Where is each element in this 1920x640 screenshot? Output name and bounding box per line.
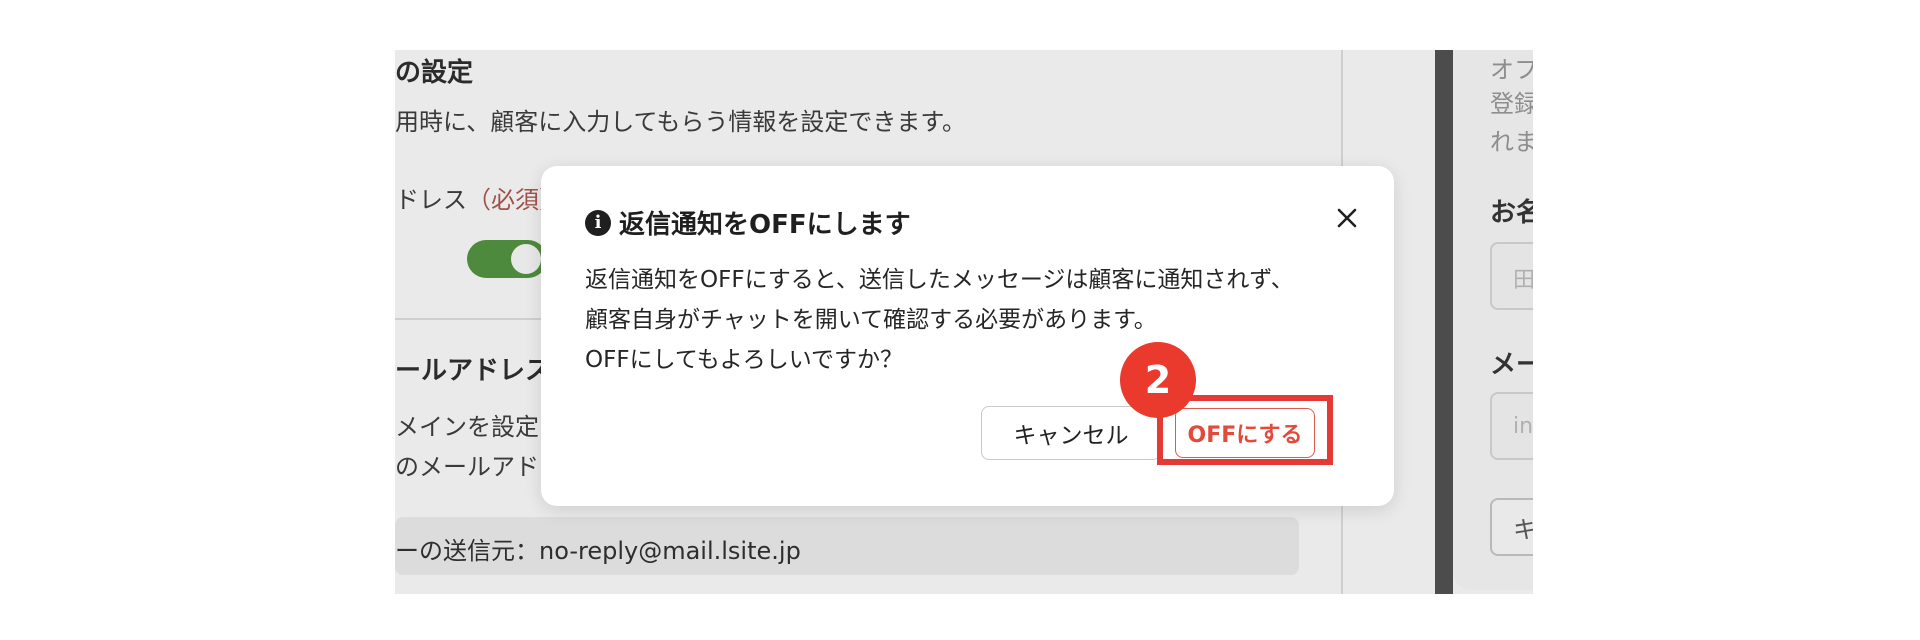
background-field-label: ドレス（必須） [395,180,563,215]
turn-off-button[interactable]: OFFにする [1175,408,1315,458]
field-label-text: ドレス [395,186,467,214]
cancel-button[interactable]: キャンセル [981,406,1161,460]
right-panel-text-1: オフ [1490,56,1533,84]
right-panel-text-2: 登録 [1490,90,1533,118]
mail-input-placeholder: in [1513,414,1533,439]
dialog-message-line: OFFにしてもよろしいですか？ [585,347,904,373]
close-icon[interactable] [1331,202,1363,234]
name-input-placeholder: 田 [1513,268,1533,293]
background-section2-title: ールアドレス [395,356,552,386]
overlay-edge [1435,50,1453,594]
confirm-dialog: i 返信通知をOFFにします 返信通知をOFFにすると、送信したメッセージは顧客… [541,166,1394,506]
dialog-title: i 返信通知をOFFにします [585,204,911,241]
dialog-title-text: 返信通知をOFFにします [619,210,911,240]
right-panel-mail-label: メー [1490,350,1533,380]
dialog-message: 返信通知をOFFにすると、送信したメッセージは顧客に通知されず、 顧客自身がチャ… [585,260,1365,380]
right-panel-name-label: お名 [1490,198,1533,228]
step-number-badge: 2 [1120,342,1196,418]
background-section2-desc-2: のメールアドレ [395,453,563,481]
dialog-message-line: 顧客自身がチャットを開いて確認する必要があります。 [585,307,1157,333]
dialog-message-line: 返信通知をOFFにすると、送信したメッセージは顧客に通知されず、 [585,267,1294,293]
background-section-title: の設定 [395,58,474,88]
background-section2-desc-1: メインを設定し [395,413,563,441]
info-icon: i [585,209,611,236]
right-panel-text-3: れま [1490,128,1533,156]
background-section-desc: 用時に、顧客に入力してもらう情報を設定できます。 [395,108,966,136]
toggle-knob [511,244,541,274]
right-panel-button-label: キ [1513,516,1533,544]
sender-address-text: ーの送信元：no-reply@mail.lsite.jp [395,537,801,565]
